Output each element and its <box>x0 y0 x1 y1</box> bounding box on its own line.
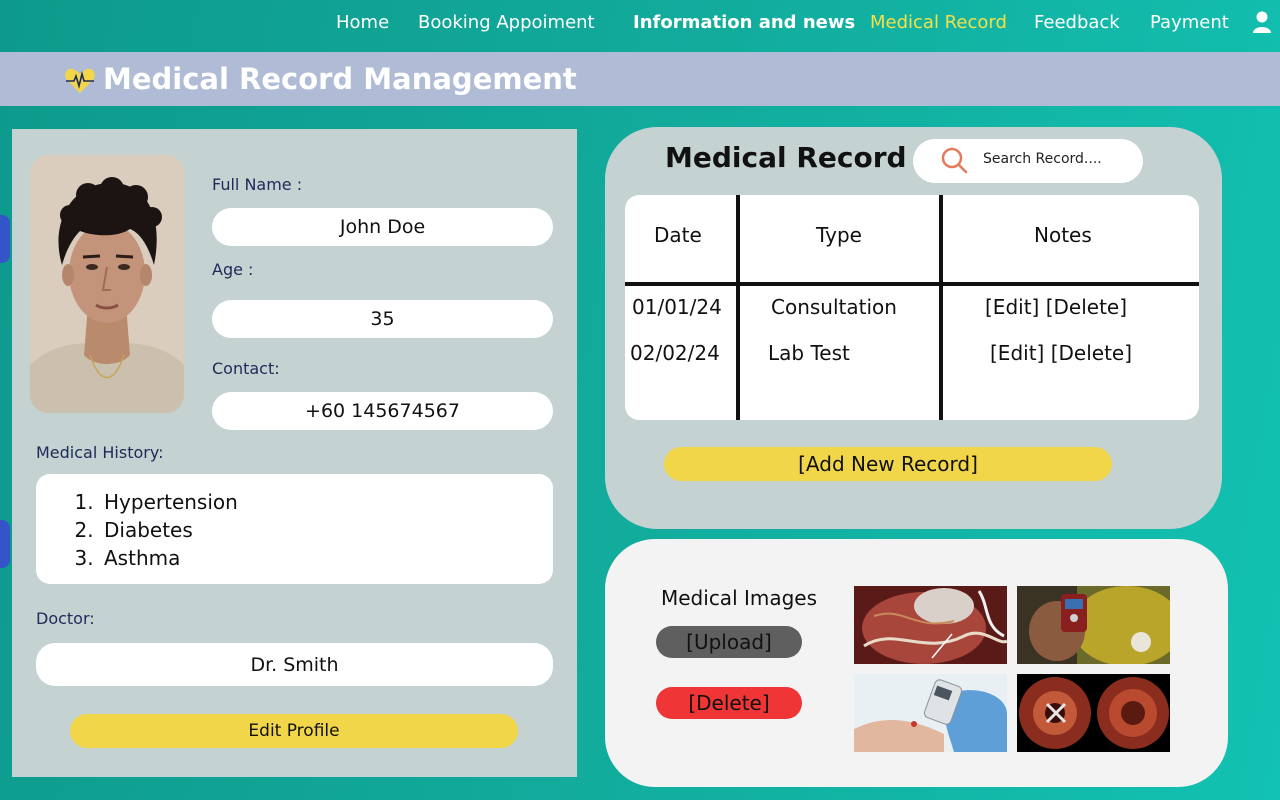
patient-photo <box>30 155 184 413</box>
user-icon[interactable] <box>1252 10 1272 34</box>
table-cell-notes-actions[interactable]: [Edit] [Delete] <box>990 341 1132 365</box>
decorative-blob <box>0 520 10 568</box>
table-divider <box>625 282 1199 286</box>
decorative-blob <box>0 215 10 263</box>
contact-field[interactable]: +60 145674567 <box>212 392 553 430</box>
top-navigation: Home Booking Appoiment Information and n… <box>0 0 1280 50</box>
search-placeholder: Search Record.... <box>983 151 1102 167</box>
delete-button[interactable]: [Delete] <box>656 687 802 719</box>
table-divider <box>939 195 943 420</box>
column-header-type: Type <box>816 223 862 247</box>
list-item: Asthma <box>100 544 238 572</box>
medical-record-card: Medical Record Search Record.... Date Ty… <box>605 127 1222 529</box>
endoscopy-image[interactable] <box>1017 674 1170 752</box>
glucose-test-image[interactable] <box>854 674 1007 752</box>
full-name-field[interactable]: John Doe <box>212 208 553 246</box>
search-icon <box>941 147 968 174</box>
nav-information-and-news[interactable]: Information and news <box>633 12 855 33</box>
medical-history-box[interactable]: Hypertension Diabetes Asthma <box>36 474 553 584</box>
nav-medical-record[interactable]: Medical Record <box>870 12 1007 33</box>
medical-record-table: Date Type Notes 01/01/24 Consultation [E… <box>625 195 1199 420</box>
table-cell-type: Lab Test <box>768 341 850 365</box>
edit-profile-button[interactable]: Edit Profile <box>70 714 518 748</box>
table-divider <box>736 195 740 420</box>
list-item: Hypertension <box>100 488 238 516</box>
patient-profile-panel: Full Name : John Doe Age : 35 Contact: +… <box>12 129 577 777</box>
doctor-label: Doctor: <box>36 609 95 628</box>
full-name-label: Full Name : <box>212 175 303 194</box>
medical-history-list: Hypertension Diabetes Asthma <box>100 488 238 572</box>
heart-pulse-icon <box>65 68 95 93</box>
age-label: Age : <box>212 260 254 279</box>
medical-images-label: Medical Images <box>661 586 818 610</box>
table-cell-notes-actions[interactable]: [Edit] [Delete] <box>985 295 1127 319</box>
age-field[interactable]: 35 <box>212 300 553 338</box>
doctor-field[interactable]: Dr. Smith <box>36 643 553 686</box>
column-header-date: Date <box>654 223 702 247</box>
heart-scan-image[interactable] <box>854 586 1007 664</box>
add-new-record-button[interactable]: [Add New Record] <box>664 447 1112 481</box>
header-band: Medical Record Management <box>0 52 1280 106</box>
list-item: Diabetes <box>100 516 238 544</box>
nav-payment[interactable]: Payment <box>1150 12 1229 33</box>
table-cell-type: Consultation <box>771 295 897 319</box>
column-header-notes: Notes <box>1034 223 1092 247</box>
search-record-input[interactable]: Search Record.... <box>913 139 1143 183</box>
medical-record-title: Medical Record <box>665 141 907 174</box>
table-cell-date: 02/02/24 <box>630 341 720 365</box>
page-title: Medical Record Management <box>103 62 577 96</box>
medical-history-label: Medical History: <box>36 443 164 462</box>
table-cell-date: 01/01/24 <box>632 295 722 319</box>
contact-label: Contact: <box>212 359 280 378</box>
medical-images-card: Medical Images [Upload] [Delete] <box>605 539 1228 787</box>
nav-home[interactable]: Home <box>336 12 389 33</box>
upload-button[interactable]: [Upload] <box>656 626 802 658</box>
nav-feedback[interactable]: Feedback <box>1034 12 1120 33</box>
nav-booking-appointment[interactable]: Booking Appoiment <box>418 12 595 33</box>
insulin-pump-image[interactable] <box>1017 586 1170 664</box>
